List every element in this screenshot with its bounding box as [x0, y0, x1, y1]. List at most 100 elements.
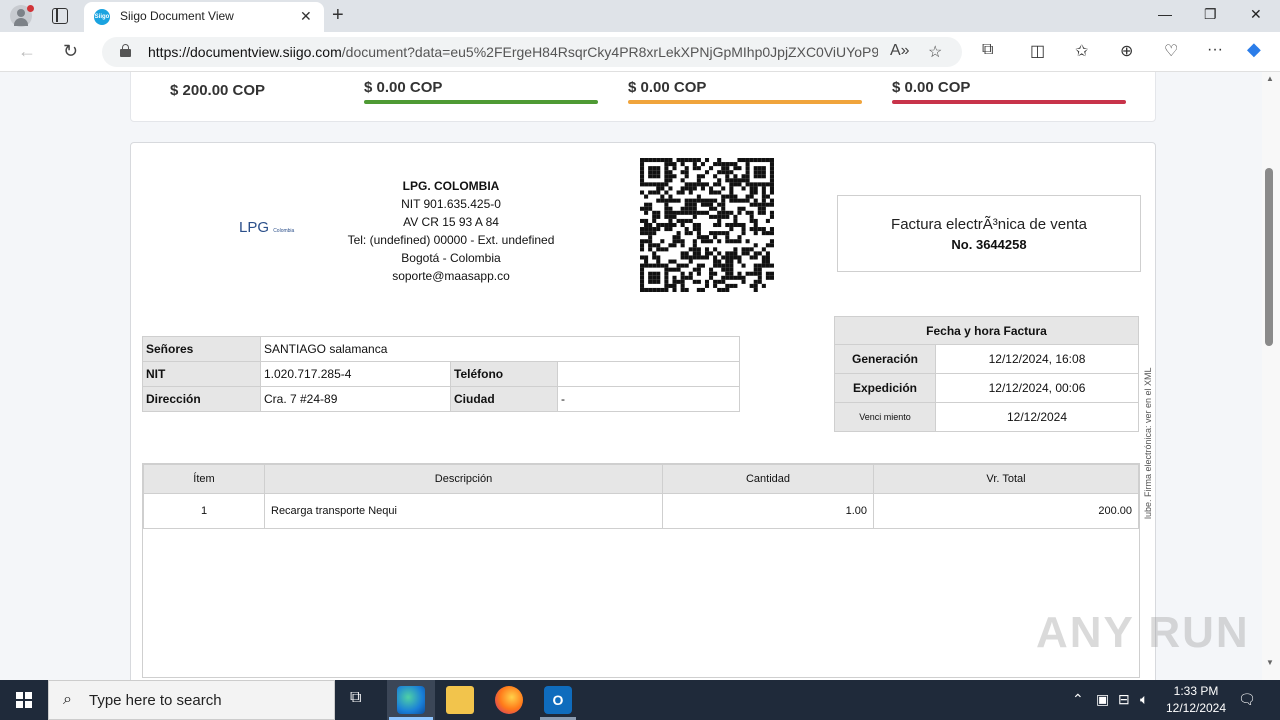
copilot-icon[interactable]: ◆	[1247, 39, 1261, 60]
vencimiento-label: Venci miento	[834, 402, 936, 432]
senores-label: Señores	[142, 336, 261, 362]
new-tab-icon[interactable]: +	[332, 4, 344, 27]
company-city: Bogotá - Colombia	[401, 251, 501, 265]
tab-actions-icon[interactable]	[52, 8, 68, 24]
back-icon[interactable]: ←	[18, 41, 36, 62]
lock-icon[interactable]	[120, 44, 131, 57]
collections-icon[interactable]: ⊕	[1120, 41, 1133, 61]
url-text[interactable]: https://documentview.siigo.com/document?…	[148, 44, 878, 60]
row-descripcion: Recarga transporte Nequi	[264, 493, 663, 529]
page-viewport: $ 200.00 COP $ 0.00 COP $ 0.00 COP $ 0.0…	[0, 72, 1280, 680]
firefox-icon[interactable]	[495, 686, 523, 714]
url-field[interactable]: https://documentview.siigo.com/document?…	[102, 37, 962, 67]
address-bar: ← ↻ https://documentview.siigo.com/docum…	[0, 32, 1280, 72]
more-icon[interactable]: ···	[1207, 41, 1223, 59]
nit-value: 1.020.717.285-4	[260, 361, 451, 387]
telefono-value	[557, 361, 740, 387]
total-amount: $ 200.00 COP	[170, 82, 266, 99]
client-table: Señores SANTIAGO salamanca NIT 1.020.717…	[142, 336, 740, 412]
close-icon[interactable]: ✕	[1250, 6, 1262, 23]
split-screen-icon[interactable]: ◫	[1030, 41, 1045, 61]
direccion-value: Cra. 7 #24-89	[260, 386, 451, 412]
signature-note: lube. Firma electrónica: ver en el XML	[1143, 367, 1153, 519]
extensions-icon[interactable]: ⧉	[982, 41, 993, 59]
col-item: Ítem	[143, 464, 265, 494]
tab-close-icon[interactable]: ✕	[300, 8, 312, 25]
expedicion-value: 12/12/2024, 00:06	[935, 373, 1139, 403]
generacion-label: Generación	[834, 344, 936, 374]
clock-time: 1:33 PM	[1173, 684, 1219, 698]
pending-amount: $ 0.00 COP	[628, 79, 707, 96]
pending-bar	[628, 100, 862, 104]
refresh-icon[interactable]: ↻	[63, 41, 78, 62]
table-row: 1 Recarga transporte Nequi 1.00 200.00	[143, 493, 1139, 529]
clock-date: 12/12/2024	[1165, 701, 1227, 715]
maximize-icon[interactable]: ❐	[1204, 6, 1217, 23]
dates-table: Fecha y hora Factura Generación 12/12/20…	[834, 316, 1139, 432]
edge-icon[interactable]	[397, 686, 425, 714]
outlook-icon[interactable]: O	[544, 686, 572, 714]
overdue-bar	[892, 100, 1126, 104]
invoice-document: LPG Colombia LPG. COLOMBIA NIT 901.635.4…	[130, 142, 1156, 680]
ciudad-label: Ciudad	[450, 386, 558, 412]
windows-start-icon[interactable]	[16, 692, 32, 708]
scrollbar-thumb[interactable]	[1265, 168, 1273, 346]
read-aloud-icon[interactable]: A»	[890, 42, 910, 60]
profile-icon[interactable]	[10, 5, 34, 27]
company-logo: LPG Colombia	[239, 219, 295, 236]
company-nit: NIT 901.635.425-0	[401, 197, 501, 211]
overdue-amount: $ 0.00 COP	[892, 79, 971, 96]
siigo-favicon-icon: Siigo	[94, 9, 110, 25]
network-icon[interactable]: ⊟	[1118, 691, 1130, 708]
browser-tab[interactable]: Siigo Siigo Document View ✕	[84, 2, 324, 32]
invoice-type: Factura electrÃ³nica de venta	[891, 216, 1087, 233]
company-name: LPG. COLOMBIA	[402, 179, 500, 193]
scroll-up-icon[interactable]: ▲	[1266, 74, 1274, 83]
generacion-value: 12/12/2024, 16:08	[935, 344, 1139, 374]
taskbar-search[interactable]: ⌕ Type here to search	[48, 680, 335, 720]
tray-chevron-icon[interactable]: ⌃	[1072, 691, 1084, 708]
items-table: Ítem Descripción Cantidad Vr. Total 1 Re…	[143, 464, 1139, 529]
company-email: soporte@maasapp.co	[392, 269, 510, 283]
paid-bar	[364, 100, 598, 104]
invoice-number: No. 3644258	[951, 237, 1027, 252]
col-total: Vr. Total	[873, 464, 1139, 494]
notification-icon[interactable]: 🗨︎	[1238, 691, 1256, 708]
ciudad-value: -	[557, 386, 740, 412]
qr-code	[640, 158, 774, 292]
volume-icon[interactable]: 🔈︎	[1140, 691, 1148, 708]
dates-header: Fecha y hora Factura	[834, 316, 1139, 345]
row-total: 200.00	[873, 493, 1139, 529]
title-bar: Siigo Siigo Document View ✕ + — ❐ ✕	[0, 0, 1280, 32]
col-cantidad: Cantidad	[662, 464, 874, 494]
tab-title: Siigo Document View	[120, 9, 234, 23]
taskbar: ⌕ Type here to search ⧉ O ⌃ ▣ ⊟ 🔈︎ 1:33 …	[0, 680, 1280, 720]
items-table-wrap: Ítem Descripción Cantidad Vr. Total 1 Re…	[142, 463, 1140, 678]
scrollbar[interactable]: ▲ ▼	[1262, 72, 1280, 680]
task-view-icon[interactable]: ⧉	[350, 689, 361, 707]
search-placeholder: Type here to search	[89, 692, 222, 709]
telefono-label: Teléfono	[450, 361, 558, 387]
performance-icon[interactable]: ♡	[1164, 41, 1178, 61]
minimize-icon[interactable]: —	[1158, 6, 1172, 22]
invoice-type-box: Factura electrÃ³nica de venta No. 364425…	[837, 195, 1141, 272]
senores-value: SANTIAGO salamanca	[260, 336, 740, 362]
scroll-down-icon[interactable]: ▼	[1266, 658, 1274, 667]
expedicion-label: Expedición	[834, 373, 936, 403]
company-info: LPG. COLOMBIA NIT 901.635.425-0 AV CR 15…	[321, 177, 581, 285]
meet-now-icon[interactable]: ▣	[1096, 691, 1109, 708]
paid-amount: $ 0.00 COP	[364, 79, 443, 96]
summary-card: $ 200.00 COP $ 0.00 COP $ 0.00 COP $ 0.0…	[130, 72, 1156, 122]
favorites-icon[interactable]: ✩	[1075, 41, 1088, 61]
favorite-icon[interactable]: ☆	[928, 42, 942, 62]
row-item: 1	[143, 493, 265, 529]
file-explorer-icon[interactable]	[446, 686, 474, 714]
company-address: AV CR 15 93 A 84	[403, 215, 499, 229]
col-descripcion: Descripción	[264, 464, 663, 494]
direccion-label: Dirección	[142, 386, 261, 412]
company-phone: Tel: (undefined) 00000 - Ext. undefined	[347, 233, 555, 247]
nit-label: NIT	[142, 361, 261, 387]
taskbar-clock[interactable]: 1:33 PM 12/12/2024	[1164, 683, 1228, 717]
vencimiento-value: 12/12/2024	[935, 402, 1139, 432]
search-icon: ⌕	[63, 691, 72, 708]
